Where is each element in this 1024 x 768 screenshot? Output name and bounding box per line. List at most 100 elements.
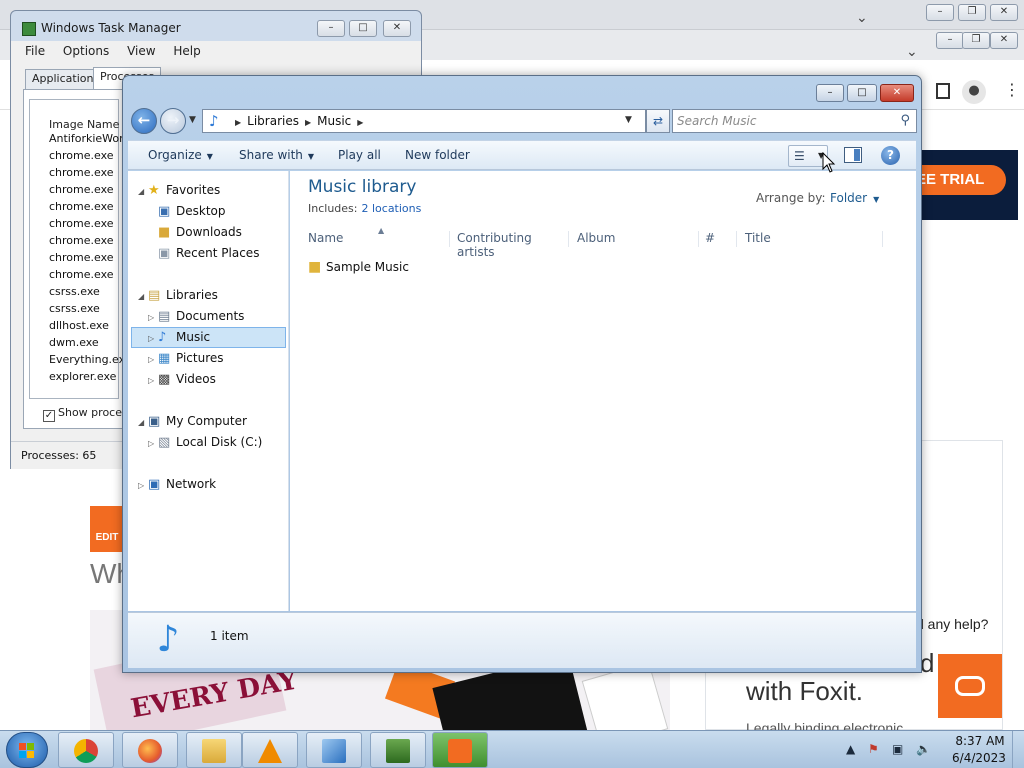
- nav-item-desktop[interactable]: ▣ Desktop: [158, 201, 226, 221]
- show-hidden-icons-icon[interactable]: ▲: [846, 742, 855, 756]
- browser-close-button[interactable]: ✕: [990, 4, 1018, 21]
- taskbar-file-explorer[interactable]: [186, 732, 242, 768]
- column-track-number[interactable]: #: [705, 231, 737, 247]
- column-contributing-artists[interactable]: Contributing artists: [457, 231, 569, 259]
- explorer-minimize-button[interactable]: –: [816, 84, 844, 102]
- process-row[interactable]: dwm.exe: [49, 336, 99, 349]
- tm-column-image-name[interactable]: Image Name: [49, 118, 119, 131]
- profile-avatar[interactable]: ●: [962, 80, 986, 104]
- tab-search-chevron-icon[interactable]: ⌄: [856, 10, 868, 26]
- nav-item-pictures[interactable]: ▷ ▦ Pictures: [148, 348, 224, 368]
- browser-menu-icon[interactable]: ⋮: [1004, 80, 1020, 99]
- inner-minimize-button[interactable]: –: [936, 32, 964, 49]
- process-row[interactable]: chrome.exe: [49, 251, 114, 264]
- free-trial-button[interactable]: EE TRIAL: [910, 165, 1006, 195]
- expand-arrow-icon[interactable]: ▷: [148, 371, 158, 391]
- address-bar[interactable]: ♪ ▶ Libraries ▶ Music ▶ ▼: [202, 109, 646, 133]
- explorer-maximize-button[interactable]: □: [847, 84, 877, 102]
- back-button[interactable]: ←: [131, 108, 157, 134]
- process-row[interactable]: csrss.exe: [49, 302, 100, 315]
- start-button[interactable]: [6, 732, 48, 768]
- collapse-arrow-icon[interactable]: ◢: [138, 413, 148, 433]
- action-center-icon[interactable]: ⚑: [868, 742, 879, 756]
- library-locations-link[interactable]: 2 locations: [361, 202, 421, 215]
- expand-arrow-icon[interactable]: ▷: [148, 434, 158, 454]
- share-with-button[interactable]: Share with ▼: [239, 148, 314, 162]
- nav-item-music[interactable]: ▷ ♪ Music: [148, 327, 210, 347]
- help-button[interactable]: ?: [881, 146, 900, 165]
- nav-item-recent-places[interactable]: ▣ Recent Places: [158, 243, 259, 263]
- new-folder-button[interactable]: New folder: [405, 148, 470, 162]
- nav-item-downloads[interactable]: ■ Downloads: [158, 222, 242, 242]
- process-row[interactable]: explorer.exe: [49, 370, 116, 383]
- address-dropdown-icon[interactable]: ▼: [625, 115, 632, 125]
- breadcrumb-separator-icon[interactable]: ▶: [305, 118, 311, 127]
- column-name[interactable]: Name ▲: [308, 226, 450, 247]
- process-row[interactable]: csrss.exe: [49, 285, 100, 298]
- organize-button[interactable]: Organize ▼: [148, 148, 213, 162]
- search-input[interactable]: [677, 112, 887, 130]
- breadcrumb-music[interactable]: Music: [317, 114, 351, 128]
- expand-arrow-icon[interactable]: ▷: [148, 329, 158, 349]
- inner-chevron-icon[interactable]: ⌄: [906, 44, 918, 60]
- taskbar-task-manager[interactable]: [370, 732, 426, 768]
- process-row[interactable]: Everything.exe: [49, 353, 132, 366]
- tm-menu-options[interactable]: Options: [63, 41, 109, 61]
- process-row[interactable]: chrome.exe: [49, 183, 114, 196]
- nav-item-favorites[interactable]: ◢ ★ Favorites: [138, 180, 220, 200]
- tm-menu-view[interactable]: View: [127, 41, 155, 61]
- sidepanel-icon[interactable]: [936, 83, 950, 99]
- volume-muted-icon[interactable]: 🔈: [916, 742, 931, 756]
- process-row[interactable]: chrome.exe: [49, 166, 114, 179]
- browser-restore-button[interactable]: ❐: [958, 4, 986, 21]
- nav-item-videos[interactable]: ▷ ▩ Videos: [148, 369, 216, 389]
- tm-menu-help[interactable]: Help: [173, 41, 200, 61]
- explorer-close-button[interactable]: ✕: [880, 84, 914, 102]
- process-row[interactable]: dllhost.exe: [49, 319, 109, 332]
- breadcrumb-separator-icon[interactable]: ▶: [235, 118, 241, 127]
- tm-minimize-button[interactable]: –: [317, 20, 345, 37]
- taskbar-chrome[interactable]: [58, 732, 114, 768]
- chat-button[interactable]: [938, 654, 1002, 718]
- process-row[interactable]: AntiforkieWor...: [49, 132, 133, 145]
- column-title[interactable]: Title: [745, 231, 883, 247]
- process-row[interactable]: chrome.exe: [49, 149, 114, 162]
- recent-pages-chevron-icon[interactable]: ▼: [189, 115, 196, 125]
- tm-maximize-button[interactable]: □: [349, 20, 377, 37]
- search-box[interactable]: ⚲: [672, 109, 917, 133]
- refresh-button[interactable]: ⇄: [646, 109, 670, 133]
- nav-item-network[interactable]: ▷ ▣ Network: [138, 474, 216, 494]
- show-desktop-button[interactable]: [1012, 731, 1024, 768]
- taskbar-foxit[interactable]: [432, 732, 488, 768]
- process-row[interactable]: chrome.exe: [49, 217, 114, 230]
- nav-item-documents[interactable]: ▷ ▤ Documents: [148, 306, 244, 326]
- expand-arrow-icon[interactable]: ▷: [148, 350, 158, 370]
- tm-menu-file[interactable]: File: [25, 41, 45, 61]
- taskbar-vlc[interactable]: [242, 732, 298, 768]
- process-row[interactable]: chrome.exe: [49, 234, 114, 247]
- breadcrumb-libraries[interactable]: Libraries: [247, 114, 299, 128]
- nav-item-local-disk[interactable]: ▷ ▧ Local Disk (C:): [148, 432, 262, 452]
- taskbar-email[interactable]: [306, 732, 362, 768]
- column-album[interactable]: Album: [577, 231, 699, 247]
- nav-item-libraries[interactable]: ◢ ▤ Libraries: [138, 285, 218, 305]
- taskbar-firefox[interactable]: [122, 732, 178, 768]
- show-all-processes-checkbox[interactable]: ✓ Show process: [43, 406, 133, 422]
- clock-date[interactable]: 6/4/2023: [946, 751, 1012, 765]
- expand-arrow-icon[interactable]: ▷: [148, 308, 158, 328]
- preview-pane-button[interactable]: [844, 147, 862, 163]
- network-status-icon[interactable]: ▣: [892, 742, 903, 756]
- play-all-button[interactable]: Play all: [338, 148, 381, 162]
- collapse-arrow-icon[interactable]: ◢: [138, 182, 148, 202]
- file-list-pane[interactable]: Music library Includes: 2 locations Arran…: [290, 171, 916, 611]
- inner-close-button[interactable]: ✕: [990, 32, 1018, 49]
- browser-minimize-button[interactable]: –: [926, 4, 954, 21]
- process-row[interactable]: chrome.exe: [49, 200, 114, 213]
- tm-close-button[interactable]: ✕: [383, 20, 411, 37]
- nav-item-my-computer[interactable]: ◢ ▣ My Computer: [138, 411, 247, 431]
- clock-time[interactable]: 8:37 AM: [952, 734, 1008, 748]
- inner-restore-button[interactable]: ❐: [962, 32, 990, 49]
- search-icon[interactable]: ⚲: [900, 113, 910, 128]
- collapse-arrow-icon[interactable]: ◢: [138, 287, 148, 307]
- arrange-by-dropdown[interactable]: Folder ▼: [830, 191, 879, 205]
